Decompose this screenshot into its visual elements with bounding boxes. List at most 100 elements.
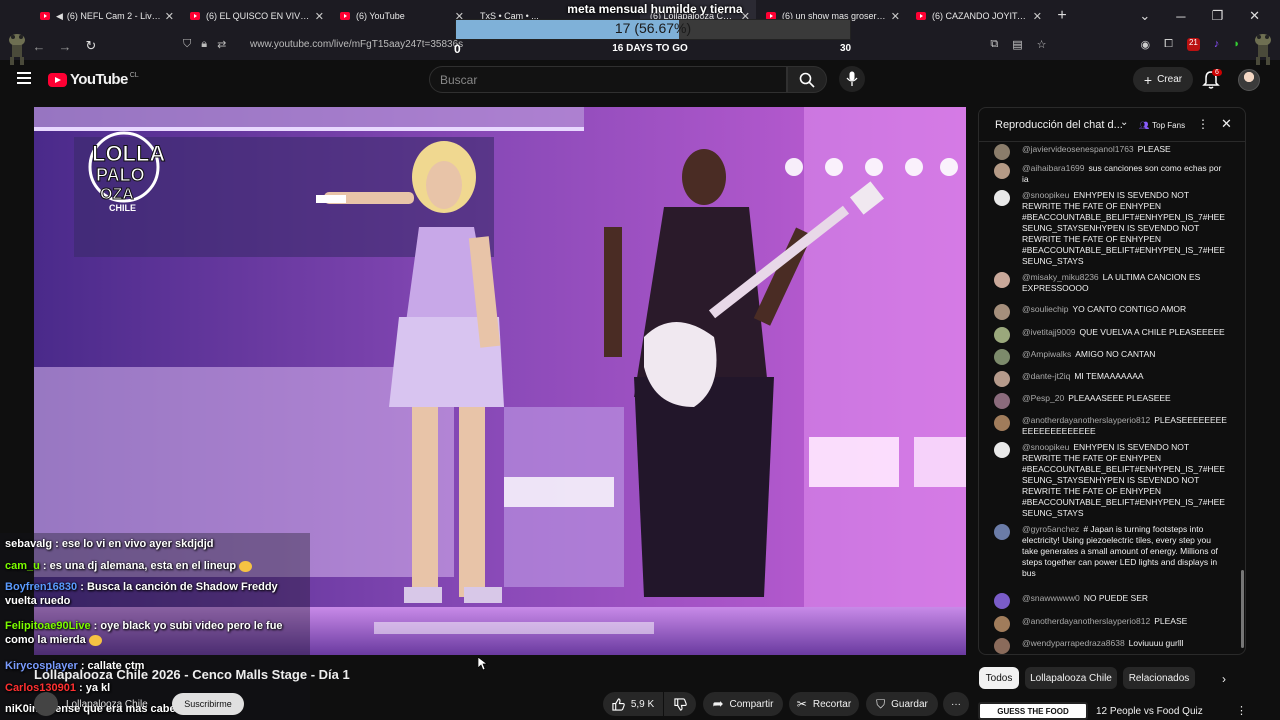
like-button[interactable]: 5,9 K (603, 692, 663, 716)
youtube-header: YouTube CL Buscar + Crear 6 (0, 60, 1280, 100)
minimize-icon[interactable]: ─ (1176, 9, 1185, 24)
close-tab-icon[interactable]: ✕ (165, 10, 174, 23)
browser-tab[interactable]: ◀︎ (6) NEFL Cam 2 - Live Bald ✕ (30, 0, 180, 32)
youtube-favicon-icon (340, 12, 350, 20)
channel-avatar[interactable] (34, 692, 58, 716)
chip-all[interactable]: Todos (979, 667, 1019, 689)
tab-list-chevron-icon[interactable]: ⌄ (1139, 8, 1150, 24)
chat-author[interactable]: @snoopikeu (1022, 190, 1069, 200)
bookmark-star-icon[interactable]: ☆ (1037, 38, 1047, 51)
browser-tab[interactable]: (6) EL QUISCO EN VIVO - YouTube ✕ (180, 0, 330, 32)
chat-message-body: @snawwwww0 NO PUEDE SER (1022, 593, 1227, 604)
chat-avatar[interactable] (994, 442, 1010, 458)
create-button[interactable]: + Crear (1133, 67, 1193, 92)
chat-avatar[interactable] (994, 163, 1010, 179)
chat-avatar[interactable] (994, 393, 1010, 409)
account-icon[interactable]: ◉ (1141, 38, 1151, 51)
chat-mode-selector[interactable]: Reproducción del chat d... (995, 119, 1123, 131)
more-vertical-icon[interactable]: ⋮ (1197, 117, 1209, 131)
save-label: Guardar (891, 698, 928, 710)
chat-author[interactable]: @misaky_miku8236 (1022, 272, 1099, 282)
chat-author[interactable]: @gyro5anchez (1022, 524, 1079, 534)
lock-icon[interactable]: 🔒︎ (201, 38, 207, 51)
chat-author[interactable]: @snawwwww0 (1022, 593, 1080, 603)
browser-tab[interactable]: (6) YouTube ✕ (330, 0, 470, 32)
chat-author[interactable]: @wendyparrapedraza8638 (1022, 638, 1125, 648)
chat-message-body: @Ampiwalks AMIGO NO CANTAN (1022, 349, 1227, 360)
speaker-muted-icon[interactable]: ◀︎ (56, 11, 63, 22)
chat-author[interactable]: @ivetitajj9009 (1022, 327, 1076, 337)
channel-name[interactable]: Lollapalooza Chile (66, 699, 148, 710)
close-tab-icon[interactable]: ✕ (1033, 10, 1042, 23)
chat-author[interactable]: @aihaibara1699 (1022, 163, 1085, 173)
youtube-logo[interactable]: YouTube CL (48, 71, 139, 88)
chat-avatar[interactable] (994, 371, 1010, 387)
picture-in-picture-icon[interactable]: ⧉ (990, 38, 998, 51)
chat-scrollbar[interactable] (1241, 570, 1244, 648)
shield-icon[interactable]: ⛉ (183, 38, 191, 51)
chat-author[interactable]: @snoopikeu (1022, 442, 1069, 452)
dislike-button[interactable] (664, 692, 696, 716)
channel-info[interactable]: Lollapalooza Chile (34, 692, 148, 716)
extension-badge[interactable]: 21 (1186, 38, 1200, 51)
chat-message-body: @Pesp_20 PLEAAASEEE PLEASEEE (1022, 393, 1227, 404)
user-avatar[interactable] (1238, 69, 1260, 91)
more-actions-button[interactable]: ··· (943, 692, 969, 716)
chat-avatar[interactable] (994, 327, 1010, 343)
clip-button[interactable]: ✂ Recortar (789, 692, 859, 716)
chat-author[interactable]: @dante-jt2iq (1022, 371, 1070, 381)
top-fans-button[interactable]: 👥︎ Top Fans (1135, 118, 1189, 132)
share-button[interactable]: ➦ Compartir (703, 692, 783, 716)
forward-arrow-icon[interactable]: → (52, 39, 78, 54)
chat-author[interactable]: @souliechip (1022, 304, 1068, 314)
close-tab-icon[interactable]: ✕ (315, 10, 324, 23)
reload-icon[interactable]: ↻ (78, 38, 104, 54)
permissions-icon[interactable]: ⇄ (217, 38, 226, 51)
signal-icon[interactable]: ◗ (1233, 38, 1240, 51)
chat-avatar[interactable] (994, 616, 1010, 632)
chat-avatar[interactable] (994, 144, 1010, 160)
related-video-item[interactable]: GUESS THE FOOD 12 People vs Food Quiz ⋮ (978, 702, 1247, 720)
subscribe-button[interactable]: Suscribirme (172, 693, 244, 715)
menu-hamburger-icon[interactable] (17, 72, 31, 84)
browser-tab[interactable]: (6) CAZANDO JOYITAS ✕ (906, 0, 1048, 32)
overlay-chat-user: Felipitoae90Live (5, 620, 91, 632)
url-field[interactable]: www.youtube.com/live/mFgT15aay247t=35836… (250, 39, 463, 50)
close-tab-icon[interactable]: ✕ (891, 10, 900, 23)
related-title[interactable]: 12 People vs Food Quiz (1096, 706, 1203, 717)
new-tab-button[interactable]: + (1048, 7, 1076, 25)
maximize-icon[interactable]: ❐ (1211, 8, 1223, 24)
chat-text: PLEASE (1137, 144, 1171, 154)
chat-author[interactable]: @javiervideosenespanol1763 (1022, 144, 1134, 154)
chat-avatar[interactable] (994, 190, 1010, 206)
chat-avatar[interactable] (994, 304, 1010, 320)
chat-message-body: @dante-jt2iq MI TEMAAAAAAA (1022, 371, 1227, 382)
chevron-down-icon[interactable]: ⌄ (1120, 117, 1128, 128)
chat-author[interactable]: @Pesp_20 (1022, 393, 1064, 403)
reader-icon[interactable]: ▤ (1012, 38, 1022, 51)
chat-avatar[interactable] (994, 593, 1010, 609)
extension-icon[interactable]: ♪ (1214, 38, 1220, 51)
close-chat-icon[interactable]: ✕ (1221, 116, 1232, 132)
chat-author[interactable]: @anotherdayanotherslayperio812 (1022, 616, 1150, 626)
voice-search-button[interactable] (839, 66, 865, 92)
chevron-right-icon[interactable]: › (1222, 672, 1226, 686)
chip-channel[interactable]: Lollapalooza Chile (1025, 667, 1117, 689)
chip-related[interactable]: Relacionados (1123, 667, 1195, 689)
goal-min: 0 (454, 42, 461, 56)
chat-avatar[interactable] (994, 349, 1010, 365)
search-button[interactable] (787, 66, 827, 93)
chat-author[interactable]: @anotherdayanotherslayperio812 (1022, 415, 1150, 425)
chat-author[interactable]: @Ampiwalks (1022, 349, 1071, 359)
chat-avatar[interactable] (994, 272, 1010, 288)
chat-avatar[interactable] (994, 638, 1010, 654)
chat-avatar[interactable] (994, 524, 1010, 540)
save-button[interactable]: ⛉ Guardar (866, 692, 938, 716)
chat-avatar[interactable] (994, 415, 1010, 431)
microphone-icon (846, 71, 858, 86)
extensions-puzzle-icon[interactable]: ⧠ (1164, 38, 1173, 51)
related-thumbnail[interactable]: GUESS THE FOOD (978, 702, 1088, 720)
close-window-icon[interactable]: ✕ (1249, 8, 1260, 24)
search-input[interactable]: Buscar (429, 66, 787, 93)
more-vertical-icon[interactable]: ⋮ (1236, 704, 1247, 717)
